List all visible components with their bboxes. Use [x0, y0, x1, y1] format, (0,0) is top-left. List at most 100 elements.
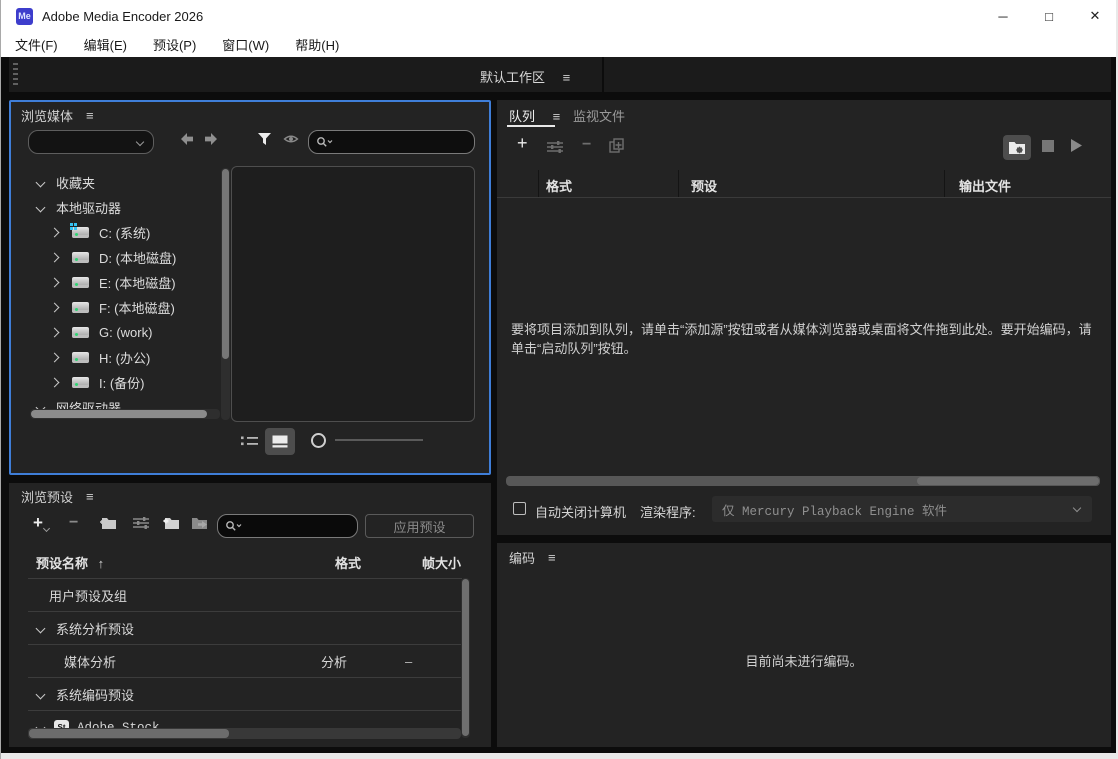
tree-item-drive-c[interactable]: C: (系统): [30, 220, 220, 245]
scrollbar-thumb[interactable]: [222, 169, 229, 359]
column-label: 预设名称: [36, 556, 88, 571]
active-tab-underline: [507, 125, 555, 127]
maximize-button[interactable]: □: [1026, 0, 1072, 32]
apply-preset-button[interactable]: 应用预设: [365, 514, 474, 538]
preset-search-input[interactable]: [243, 518, 339, 534]
sliders-icon: [547, 140, 563, 154]
scrollbar-thumb[interactable]: [31, 410, 207, 418]
media-search-input[interactable]: [334, 134, 449, 150]
drive-icon: [72, 277, 89, 288]
preset-row-media-analysis[interactable]: 媒体分析 分析 –: [28, 645, 462, 678]
chevron-down-icon[interactable]: [36, 203, 46, 213]
scrollbar-thumb[interactable]: [462, 579, 469, 736]
list-view-button[interactable]: [241, 435, 258, 447]
chevron-down-icon[interactable]: [36, 178, 46, 188]
chevron-right-icon[interactable]: [50, 228, 60, 238]
auto-encode-watch-folders-button[interactable]: [1003, 135, 1031, 160]
divider: [497, 197, 1111, 198]
import-preset-button[interactable]: [161, 516, 180, 530]
format-column-header[interactable]: 格式: [335, 553, 361, 572]
divider: [602, 57, 604, 92]
start-queue-button[interactable]: [1070, 138, 1083, 153]
tab-label: 队列: [509, 109, 535, 124]
new-folder-icon: [99, 516, 117, 530]
menu-edit[interactable]: 编辑(E): [71, 35, 140, 54]
tree-item-label: E: (本地磁盘): [99, 273, 176, 292]
chevron-down-icon[interactable]: [36, 624, 46, 634]
tree-item-drive-i[interactable]: I: (备份): [30, 370, 220, 395]
tree-item-drive-d[interactable]: D: (本地磁盘): [30, 245, 220, 270]
auto-shutdown-label: 自动关闭计算机: [535, 502, 626, 521]
export-preset-button[interactable]: [191, 516, 210, 530]
tree-item-drive-e[interactable]: E: (本地磁盘): [30, 270, 220, 295]
preset-row-label: 媒体分析: [64, 652, 116, 671]
drive-icon: [72, 252, 89, 263]
chevron-down-icon[interactable]: [36, 690, 46, 700]
menu-help[interactable]: 帮助(H): [282, 35, 352, 54]
tab-queue[interactable]: 队列 ≡: [509, 106, 560, 125]
chevron-right-icon[interactable]: [50, 378, 60, 388]
tree-item-drive-h[interactable]: H: (办公): [30, 345, 220, 370]
thumbnail-view-button[interactable]: [265, 428, 295, 455]
drag-handle-icon[interactable]: [13, 63, 18, 86]
encoding-menu-icon[interactable]: ≡: [548, 550, 556, 565]
media-search-box: [308, 130, 475, 154]
scrollbar-thumb[interactable]: [917, 477, 1099, 485]
preset-search-box: [217, 514, 358, 538]
menu-bar: 文件(F) 编辑(E) 预设(P) 窗口(W) 帮助(H): [1, 32, 1118, 57]
create-preset-button[interactable]: +: [33, 513, 48, 533]
preset-settings-button[interactable]: [133, 516, 149, 530]
drive-icon: [72, 327, 89, 338]
workspace-menu-icon[interactable]: ≡: [563, 70, 571, 85]
chevron-right-icon[interactable]: [50, 303, 60, 313]
media-content-area[interactable]: [231, 166, 475, 422]
directory-dropdown[interactable]: [28, 130, 154, 154]
queue-horizontal-scrollbar: [506, 476, 1100, 486]
renderer-dropdown[interactable]: 仅 Mercury Playback Engine 软件: [712, 496, 1092, 522]
stop-queue-button[interactable]: [1042, 140, 1054, 152]
chevron-right-icon[interactable]: [50, 353, 60, 363]
media-browser-panel: 浏览媒体 ≡ 收藏夹 本地驱动器: [9, 100, 491, 475]
tree-item-drive-f[interactable]: F: (本地磁盘): [30, 295, 220, 320]
tree-item-favorites[interactable]: 收藏夹: [30, 170, 220, 195]
duplicate-button[interactable]: [609, 138, 625, 154]
preset-row-system-analysis-group[interactable]: 系统分析预设: [28, 612, 462, 645]
menu-preset[interactable]: 预设(P): [140, 35, 209, 54]
tree-item-drive-g[interactable]: G: (work): [30, 320, 220, 345]
chevron-right-icon[interactable]: [50, 253, 60, 263]
menu-file[interactable]: 文件(F): [2, 35, 71, 54]
preset-browser-panel: 浏览预设 ≡ + − 应用预设 预设名称 ↑: [9, 483, 491, 747]
delete-preset-button[interactable]: −: [69, 514, 78, 532]
scrollbar-thumb[interactable]: [29, 729, 229, 738]
menu-window[interactable]: 窗口(W): [209, 35, 282, 54]
preset-row-system-encoding-group[interactable]: 系统编码预设: [28, 678, 462, 711]
remove-source-button[interactable]: −: [582, 136, 591, 154]
preview-toggle-button[interactable]: [283, 133, 299, 145]
frame-size-column-header[interactable]: 帧大小: [422, 553, 461, 572]
media-browser-menu-icon[interactable]: ≡: [86, 108, 94, 123]
new-preset-group-button[interactable]: [99, 516, 117, 530]
workspace-tab[interactable]: 默认工作区 ≡: [480, 67, 570, 86]
close-button[interactable]: ✕: [1072, 0, 1118, 32]
tree-item-label: 本地驱动器: [56, 198, 121, 217]
duplicate-icon: [609, 138, 625, 154]
minimize-button[interactable]: ─: [980, 0, 1026, 32]
queue-menu-icon[interactable]: ≡: [553, 109, 561, 124]
preset-row-user-presets[interactable]: 用户预设及组: [28, 579, 462, 612]
encoding-panel: 编码 ≡ 目前尚未进行编码。: [497, 543, 1111, 747]
chevron-right-icon[interactable]: [50, 278, 60, 288]
add-source-button[interactable]: +: [517, 133, 528, 154]
drive-icon: [72, 302, 89, 313]
preset-browser-menu-icon[interactable]: ≡: [86, 489, 94, 504]
forward-button[interactable]: [203, 132, 219, 146]
zoom-slider-knob[interactable]: [311, 433, 326, 448]
tab-watch-folders[interactable]: 监视文件: [573, 106, 625, 125]
auto-shutdown-checkbox[interactable]: [513, 502, 526, 515]
filter-button[interactable]: [257, 132, 272, 146]
zoom-slider-track[interactable]: [335, 439, 423, 441]
back-button[interactable]: [179, 132, 195, 146]
chevron-right-icon[interactable]: [50, 328, 60, 338]
tree-item-local-drives[interactable]: 本地驱动器: [30, 195, 220, 220]
preset-name-column-header[interactable]: 预设名称 ↑: [36, 553, 104, 572]
queue-preset-settings-button[interactable]: [547, 140, 563, 154]
